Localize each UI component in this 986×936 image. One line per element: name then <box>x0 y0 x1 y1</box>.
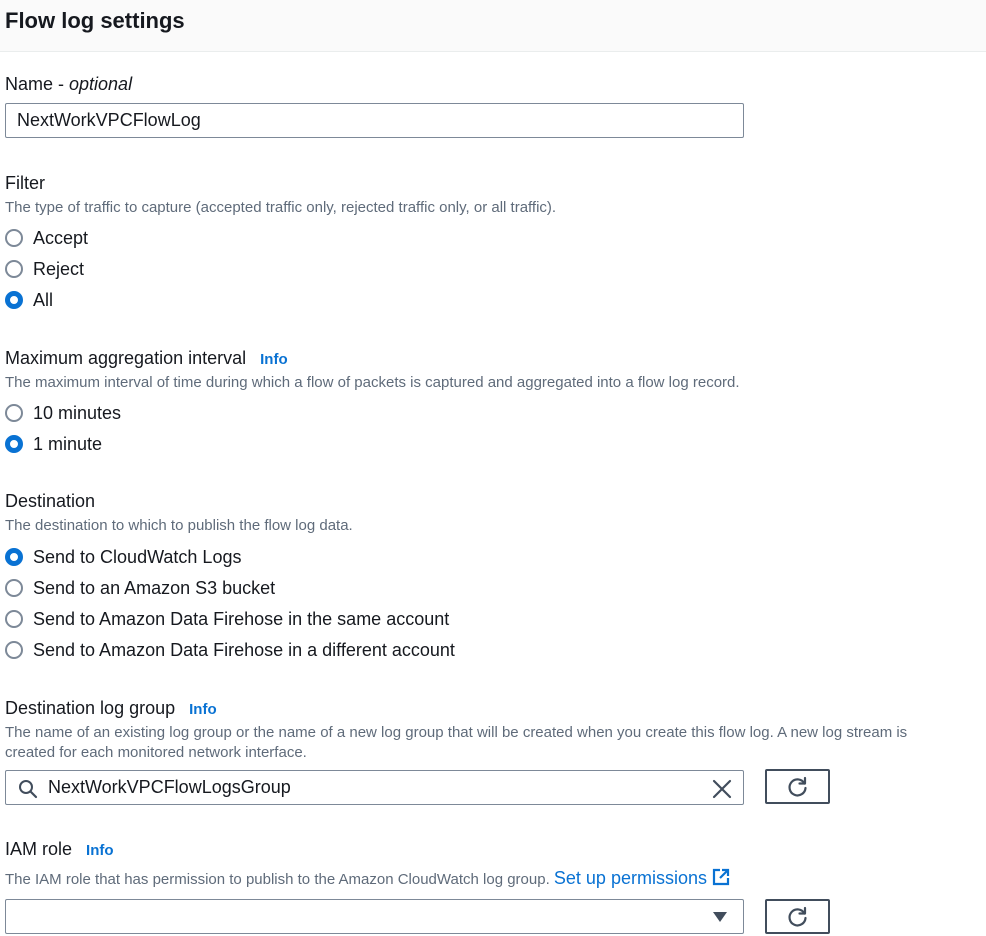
iam-role-refresh-button[interactable] <box>765 899 830 934</box>
radio-label: 10 minutes <box>33 402 122 423</box>
aggregation-description: The maximum interval of time during whic… <box>5 374 740 391</box>
radio-label: Send to an Amazon S3 bucket <box>33 577 276 598</box>
iam-role-description-text: The IAM role that has permission to publ… <box>5 871 550 888</box>
close-icon[interactable] <box>711 778 733 800</box>
iam-role-description: The IAM role that has permission to publ… <box>5 867 731 890</box>
destination-description: The destination to which to publish the … <box>5 517 353 534</box>
iam-role-info-link[interactable]: Info <box>86 842 114 859</box>
radio-button[interactable] <box>5 435 23 453</box>
log-group-description-line1: The name of an existing log group or the… <box>5 724 908 741</box>
aggregation-info-link[interactable]: Info <box>260 351 288 368</box>
name-label: Name - optional <box>5 73 132 95</box>
radio-button[interactable] <box>5 229 23 247</box>
radio-button[interactable] <box>5 610 23 628</box>
set-up-permissions-text[interactable]: Set up permissions <box>554 868 707 888</box>
filter-description: The type of traffic to capture (accepted… <box>5 199 557 216</box>
radio-label: Send to Amazon Data Firehose in a differ… <box>33 639 455 660</box>
aggregation-radio-1-minute[interactable]: 1 minute <box>5 432 102 456</box>
destination-radio-firehose-different[interactable]: Send to Amazon Data Firehose in a differ… <box>5 638 455 662</box>
log-group-info-link[interactable]: Info <box>189 701 217 718</box>
name-label-text: Name - <box>5 74 70 94</box>
external-link-icon <box>712 868 730 886</box>
filter-radio-reject[interactable]: Reject <box>5 257 84 281</box>
optional-tag: optional <box>69 74 133 94</box>
set-up-permissions-link[interactable]: Set up permissions <box>554 868 731 888</box>
radio-button[interactable] <box>5 260 23 278</box>
log-group-search-field[interactable]: NextWorkVPCFlowLogsGroup <box>5 770 744 805</box>
iam-role-select[interactable] <box>5 899 744 934</box>
aggregation-radio-10-minutes[interactable]: 10 minutes <box>5 401 121 425</box>
radio-label: Send to CloudWatch Logs <box>33 546 242 567</box>
radio-button[interactable] <box>5 548 23 566</box>
radio-button[interactable] <box>5 579 23 597</box>
destination-radio-firehose-same[interactable]: Send to Amazon Data Firehose in the same… <box>5 607 449 631</box>
log-group-input-value[interactable]: NextWorkVPCFlowLogsGroup <box>48 771 291 804</box>
log-group-refresh-button[interactable] <box>765 769 830 804</box>
radio-label: Send to Amazon Data Firehose in the same… <box>33 608 450 629</box>
radio-label: Reject <box>33 258 85 279</box>
log-group-label: Destination log group Info <box>5 697 217 721</box>
radio-label: 1 minute <box>33 433 103 454</box>
refresh-icon <box>788 776 807 797</box>
aggregation-label: Maximum aggregation interval Info <box>5 347 288 371</box>
section-header: Flow log settings <box>0 0 986 52</box>
caret-down-icon <box>713 912 727 922</box>
radio-label: Accept <box>33 227 89 248</box>
filter-label: Filter <box>5 173 45 193</box>
search-icon <box>19 780 38 799</box>
log-group-description-line2: created for each monitored network inter… <box>5 744 307 761</box>
refresh-icon <box>788 906 807 927</box>
filter-radio-all[interactable]: All <box>5 288 53 312</box>
page-title: Flow log settings <box>5 8 185 33</box>
iam-role-label-text: IAM role <box>5 839 73 859</box>
destination-label: Destination <box>5 491 96 511</box>
radio-button[interactable] <box>5 291 23 309</box>
name-input[interactable]: NextWorkVPCFlowLog <box>5 103 744 138</box>
destination-radio-s3[interactable]: Send to an Amazon S3 bucket <box>5 576 275 600</box>
aggregation-label-text: Maximum aggregation interval <box>5 348 247 368</box>
destination-radio-cloudwatch[interactable]: Send to CloudWatch Logs <box>5 545 241 569</box>
filter-radio-accept[interactable]: Accept <box>5 226 88 250</box>
iam-role-label: IAM role Info <box>5 838 114 862</box>
radio-button[interactable] <box>5 641 23 659</box>
radio-button[interactable] <box>5 404 23 422</box>
log-group-label-text: Destination log group <box>5 698 176 718</box>
radio-label: All <box>33 289 54 310</box>
